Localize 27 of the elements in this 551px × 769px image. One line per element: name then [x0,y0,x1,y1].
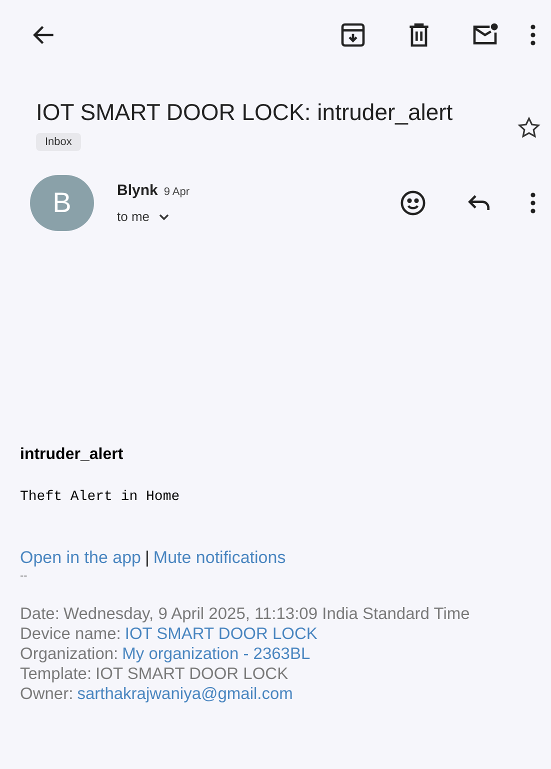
more-options-icon[interactable] [529,191,537,216]
email-subject: IOT SMART DOOR LOCK: intruder_alert [36,98,453,127]
open-app-link[interactable]: Open in the app [20,545,141,571]
detail-value: IOT SMART DOOR LOCK [96,664,288,684]
signature-dash: -- [20,570,28,582]
detail-value: Wednesday, 9 April 2025, 11:13:09 India Standard Time [63,604,470,624]
recipient-text: to me [117,208,150,226]
star-icon[interactable] [517,116,541,140]
alert-message: Theft Alert in Home [20,488,181,508]
emoji-icon[interactable] [399,189,427,218]
detail-link[interactable]: IOT SMART DOOR LOCK [124,624,318,644]
alert-heading: intruder_alert [20,445,124,466]
archive-icon[interactable] [339,21,367,49]
detail-link[interactable]: sarthakrajwaniya@gmail.com [77,684,293,704]
detail-label: Owner: [20,684,74,704]
link-separator: | [144,547,150,570]
detail-label: Organization: [20,644,118,664]
detail-label: Device name: [20,624,121,644]
detail-label: Template: [20,664,92,684]
mute-notifications-link[interactable]: Mute notifications [153,545,286,571]
sender-avatar: B [30,175,94,232]
email-date: 9 Apr [164,185,190,200]
sender-name: Blynk [117,181,158,202]
detail-link[interactable]: My organization - 2363BL [122,644,310,664]
detail-label: Date: [20,604,60,624]
inbox-label[interactable]: Inbox [36,132,81,152]
more-options-icon[interactable] [529,23,537,47]
